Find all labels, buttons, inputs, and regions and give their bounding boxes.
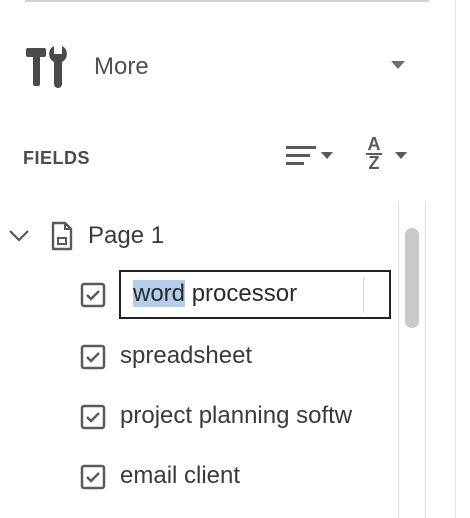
edit-box-divider [363,277,364,313]
vertical-scrollbar[interactable] [398,202,426,518]
field-name: spreadsheet [120,342,253,369]
scrollbar-thumb[interactable] [405,228,419,328]
checkbox-field-icon [80,404,106,430]
more-tools-dropdown[interactable]: More [0,36,430,96]
unselected-text: processor [185,280,298,307]
more-label: More [94,53,149,80]
fields-panel: More FIELDS A Z Page 1 spreadsheet proje… [0,0,470,518]
page-label: Page 1 [88,222,165,249]
rename-field-text[interactable]: word processor [133,272,373,316]
field-name: email client [120,462,241,489]
checkbox-field-icon [80,464,106,490]
chevron-down-icon[interactable] [390,60,406,70]
list-item[interactable]: email client [0,456,400,496]
list-item[interactable]: project planning softw [0,396,400,436]
field-name: project planning softw [120,402,353,429]
page-document-icon [51,221,73,251]
fields-tree: Page 1 spreadsheet project planning soft… [0,200,400,518]
panel-right-border [455,0,456,518]
tools-icon [26,46,67,88]
checkbox-field-icon [80,344,106,370]
tree-page-node[interactable]: Page 1 [0,218,400,258]
alphabetical-sort-button[interactable]: A Z [360,134,412,176]
selected-text: word [133,280,186,307]
rename-field-input[interactable]: word processor [119,270,391,319]
chevron-down-icon[interactable] [8,228,30,244]
az-sort-icon: A Z [366,134,382,173]
checkbox-field-icon [80,282,106,308]
fields-heading: FIELDS [23,148,91,168]
sort-button[interactable] [284,142,338,172]
list-item[interactable]: spreadsheet [0,336,400,376]
sort-lines-icon [286,146,333,165]
top-divider [25,0,429,2]
chevron-down-icon [395,152,407,159]
